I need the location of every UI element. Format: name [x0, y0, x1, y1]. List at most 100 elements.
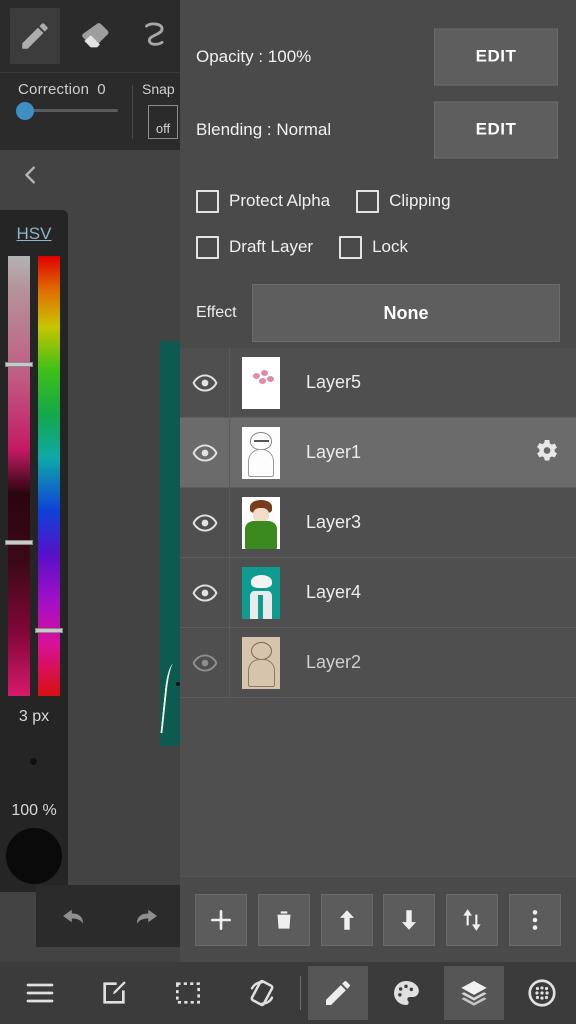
blending-edit-button[interactable]: EDIT: [434, 101, 558, 158]
edit-square-icon: [103, 981, 126, 1004]
layer-row[interactable]: Layer3: [180, 488, 576, 558]
correction-slider-track[interactable]: [22, 109, 118, 112]
snap-state-label: off: [155, 121, 171, 136]
back-button[interactable]: [14, 158, 48, 192]
clipping-checkbox[interactable]: Clipping: [356, 189, 451, 213]
layer-visibility-toggle[interactable]: [180, 418, 230, 487]
lock-checkbox[interactable]: Lock: [339, 235, 408, 259]
layer-thumbnail: [242, 496, 280, 549]
brush-size-label[interactable]: 3 px: [0, 708, 68, 726]
layer-visibility-toggle[interactable]: [180, 348, 230, 417]
thumb-dot: [259, 377, 266, 384]
layer-visibility-toggle[interactable]: [180, 558, 230, 627]
saturation-handle[interactable]: [5, 362, 33, 367]
pencil-tool[interactable]: [10, 8, 60, 64]
protect-alpha-checkbox[interactable]: Protect Alpha: [196, 189, 331, 213]
layer-row[interactable]: Layer5: [180, 348, 576, 418]
layer-flags-line-1: Protect Alpha Clipping: [196, 178, 576, 224]
layer-row[interactable]: Layer1: [180, 418, 576, 488]
hsv-mode-label[interactable]: HSV: [0, 224, 68, 244]
nav-select[interactable]: [158, 966, 218, 1020]
hue-handle[interactable]: [35, 628, 63, 633]
layer-row[interactable]: Layer2: [180, 628, 576, 698]
correction-slider-knob[interactable]: [16, 102, 34, 120]
eraser-tool[interactable]: [70, 8, 120, 64]
thumb-body: [248, 448, 274, 477]
layer-thumbnail: [242, 426, 280, 479]
layer-thumbnail-cell: [230, 558, 292, 627]
layer-name-label: Layer4: [306, 582, 362, 602]
lock-box[interactable]: [339, 235, 363, 259]
add-layer-button[interactable]: [195, 893, 248, 946]
effect-row: Effect None: [180, 284, 576, 342]
value-handle[interactable]: [5, 540, 33, 545]
opacity-edit-button[interactable]: EDIT: [434, 28, 558, 85]
layer-settings-button[interactable]: [532, 436, 560, 469]
snap-label: Snap: [142, 81, 175, 97]
undo-icon: [63, 909, 83, 924]
protect-alpha-box[interactable]: [196, 189, 219, 213]
redo-icon: [137, 909, 157, 924]
thumb-face: [253, 507, 269, 522]
move-layer-up-button[interactable]: [320, 893, 373, 946]
gear-icon: [537, 439, 557, 461]
rotate-screen-icon: [250, 979, 274, 1007]
curve-tool[interactable]: [130, 8, 180, 64]
thumb-dot: [253, 372, 260, 379]
plus-icon: [211, 909, 232, 930]
thumb-torso: [250, 590, 272, 619]
layers-icon: [461, 981, 487, 1006]
protect-alpha-label: Protect Alpha: [229, 191, 331, 210]
options-divider: [132, 85, 133, 139]
blending-label: Blending : Normal: [196, 119, 332, 139]
layer-thumbnail-cell: [230, 628, 292, 697]
saturation-value-bar[interactable]: [8, 256, 30, 696]
layer-flags-group: Protect Alpha Clipping Draft Layer Lock: [180, 178, 576, 270]
brush-opacity-label[interactable]: 100 %: [0, 802, 68, 820]
move-layer-down-button[interactable]: [383, 893, 436, 946]
layer-thumbnail: [242, 356, 280, 409]
brush-size-preview: [30, 758, 37, 765]
layer-thumbnail-cell: [230, 348, 292, 417]
layer-name-label: Layer5: [306, 372, 362, 392]
draft-layer-checkbox[interactable]: Draft Layer: [196, 235, 313, 259]
correction-text: Correction: [18, 81, 90, 98]
reorder-layer-button[interactable]: [445, 893, 498, 946]
nav-palette[interactable]: [376, 966, 436, 1020]
clipping-box[interactable]: [356, 189, 380, 213]
correction-value: 0: [97, 81, 106, 98]
delete-layer-button[interactable]: [257, 893, 310, 946]
layer-visibility-toggle[interactable]: [180, 628, 230, 697]
thumb-hoodie: [245, 520, 277, 549]
layer-name-label: Layer2: [306, 652, 362, 672]
arrow-up-icon: [339, 909, 354, 930]
thumb-eyes: [254, 439, 269, 443]
nav-rotate[interactable]: [232, 966, 292, 1020]
undo-button[interactable]: [36, 901, 110, 931]
layer-name-label: Layer1: [306, 442, 362, 462]
nav-layers[interactable]: [444, 966, 505, 1020]
draft-layer-box[interactable]: [196, 235, 219, 259]
current-color-swatch[interactable]: [6, 828, 62, 884]
nav-edit[interactable]: [84, 966, 144, 1020]
effect-select[interactable]: None: [252, 284, 560, 342]
history-bar: [36, 885, 184, 947]
thumb-head: [251, 641, 272, 660]
layer-visibility-toggle[interactable]: [180, 488, 230, 557]
nav-brush[interactable]: [308, 966, 369, 1020]
eye-icon: [192, 583, 217, 602]
layer-thumbnail: [242, 566, 280, 619]
layer-more-options-button[interactable]: [508, 893, 561, 946]
nav-divider: [299, 976, 301, 1010]
blending-row: Blending : Normal EDIT: [180, 93, 576, 166]
nav-menu[interactable]: [10, 966, 70, 1020]
nav-material[interactable]: [512, 966, 572, 1020]
eraser-icon: [82, 23, 109, 48]
layer-row[interactable]: Layer4: [180, 558, 576, 628]
curve-icon: [145, 22, 164, 46]
snap-toggle-button[interactable]: off: [148, 105, 178, 139]
eye-icon: [192, 443, 217, 462]
opacity-label: Opacity : 100%: [196, 46, 312, 66]
layer-list[interactable]: Layer5 Layer1 Layer3 Layer4 Layer2: [180, 348, 576, 876]
redo-button[interactable]: [110, 901, 184, 931]
